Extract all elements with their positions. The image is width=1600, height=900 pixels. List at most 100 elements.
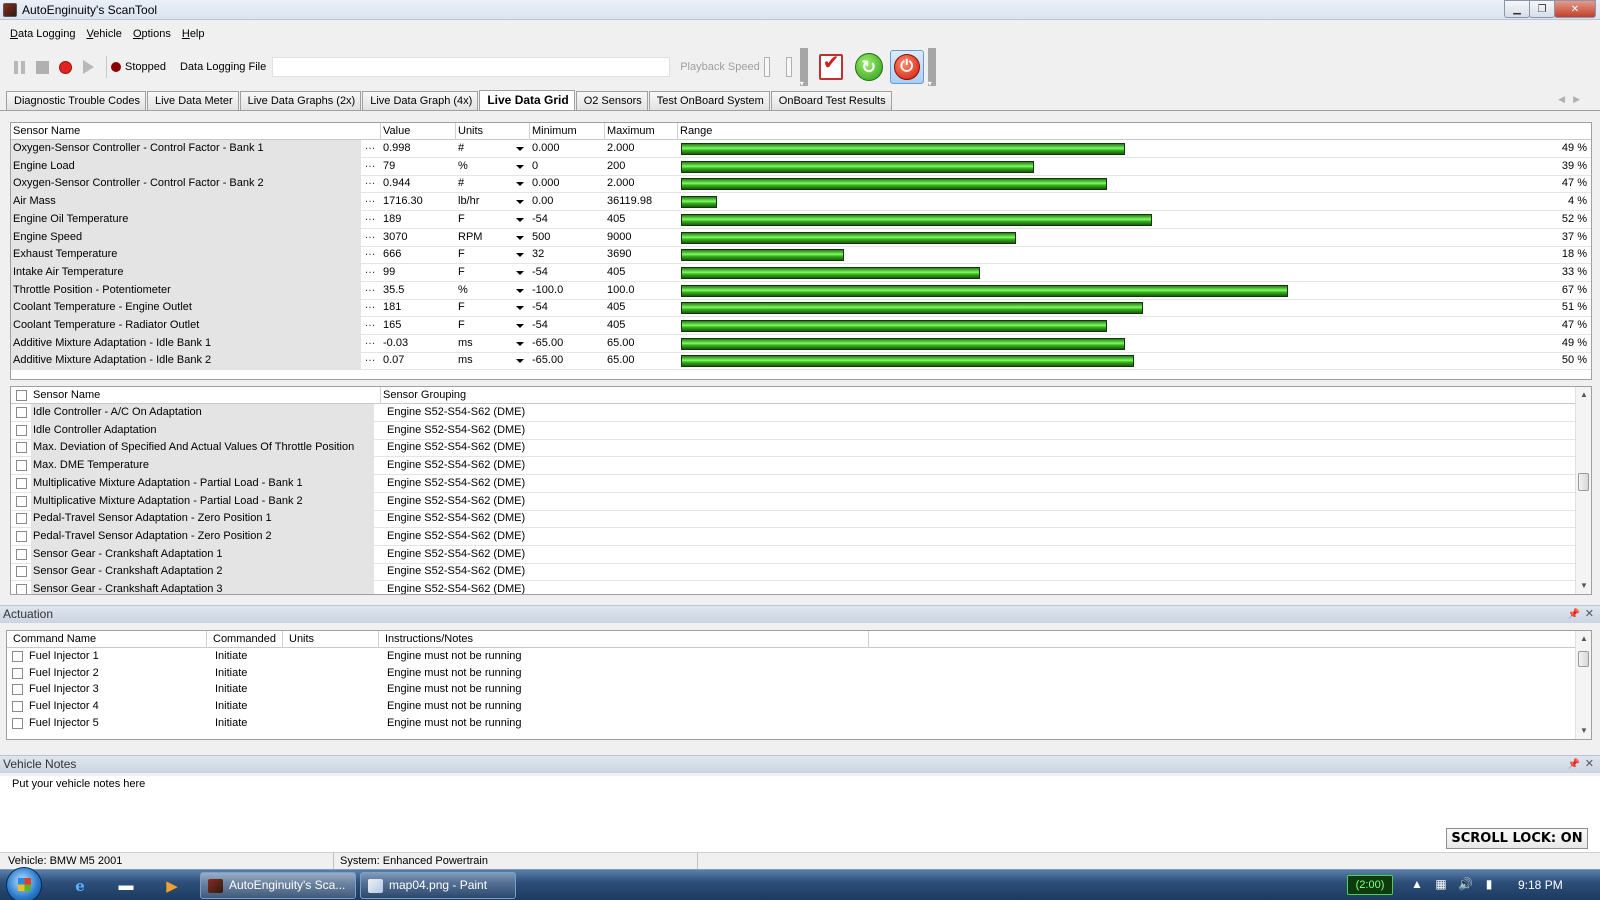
units-cell[interactable]: F bbox=[456, 317, 514, 334]
live-data-row[interactable]: Additive Mixture Adaptation - Idle Bank … bbox=[11, 334, 1591, 353]
actuation-row[interactable]: Fuel Injector 1 Initiate Engine must not b… bbox=[7, 648, 1575, 666]
actuation-row[interactable]: Fuel Injector 3 Initiate Engine must not b… bbox=[7, 681, 1575, 699]
pin-icon[interactable]: 📌 bbox=[1568, 756, 1580, 773]
live-data-row[interactable]: Exhaust Temperature… 666 F 32 3690 18 % bbox=[11, 246, 1591, 265]
sensor-checkbox[interactable] bbox=[16, 548, 27, 560]
sensor-list-row[interactable]: Idle Controller Adaptation Engine S52-S54… bbox=[11, 421, 1575, 440]
units-dropdown-icon[interactable] bbox=[512, 246, 528, 263]
close-panel-icon[interactable]: ✕ bbox=[1585, 606, 1594, 623]
commanded-cell[interactable]: Initiate bbox=[209, 665, 283, 682]
actuation-scrollbar[interactable]: ▲ ▼ bbox=[1575, 631, 1591, 739]
actuation-checkbox[interactable] bbox=[12, 684, 23, 696]
volume-icon[interactable]: 🔊 bbox=[1458, 877, 1473, 891]
units-dropdown-icon[interactable] bbox=[512, 229, 528, 246]
col-header-instructions[interactable]: Instructions/Notes bbox=[379, 631, 869, 648]
stop-button[interactable] bbox=[33, 58, 51, 76]
toolbar-overflow-grip[interactable] bbox=[799, 48, 808, 88]
units-dropdown-icon[interactable] bbox=[512, 299, 528, 316]
sensor-checkbox[interactable] bbox=[16, 477, 27, 489]
taskbar-clock[interactable]: 9:18 PM bbox=[1518, 870, 1563, 900]
sensor-list-row[interactable]: Multiplicative Mixture Adaptation - Part… bbox=[11, 492, 1575, 511]
sensor-checkbox[interactable] bbox=[16, 442, 27, 454]
col-header-value[interactable]: Value bbox=[381, 123, 456, 140]
tab-live-data-meter[interactable]: Live Data Meter bbox=[146, 91, 239, 110]
menu-help[interactable]: Help bbox=[182, 28, 205, 40]
menu-options[interactable]: Options bbox=[133, 28, 171, 40]
units-dropdown-icon[interactable] bbox=[512, 193, 528, 210]
sensor-list-row[interactable]: Sensor Gear - Crankshaft Adaptation 3 Eng… bbox=[11, 581, 1575, 594]
live-data-row[interactable]: Throttle Position - Potentiometer… 35.5% -… bbox=[11, 281, 1591, 300]
live-data-row[interactable]: Coolant Temperature - Engine Outlet… 181 F… bbox=[11, 299, 1591, 318]
tray-timer[interactable]: (2:00) bbox=[1347, 875, 1393, 895]
minimize-button[interactable]: ▁ bbox=[1504, 0, 1530, 18]
more-options-icon[interactable]: … bbox=[363, 318, 377, 333]
tab-scroll-arrows-icon[interactable]: ◀▶ bbox=[1558, 94, 1588, 105]
units-cell[interactable]: ms bbox=[456, 335, 514, 352]
more-options-icon[interactable]: … bbox=[363, 194, 377, 209]
actuation-checkbox[interactable] bbox=[12, 667, 23, 679]
tab-live-data-grid[interactable]: Live Data Grid bbox=[479, 90, 575, 110]
sensor-list-scrollbar[interactable]: ▲ ▼ bbox=[1575, 387, 1591, 594]
live-data-row[interactable]: Coolant Temperature - Radiator Outlet… 16… bbox=[11, 317, 1591, 335]
sensor-checkbox[interactable] bbox=[16, 584, 27, 594]
sensor-checkbox[interactable] bbox=[16, 566, 27, 578]
restore-button[interactable]: ❐ bbox=[1529, 0, 1555, 18]
sensor-list-row[interactable]: Max. DME Temperature Engine S52-S54-S62 (… bbox=[11, 457, 1575, 476]
col-header-sensor-name[interactable]: Sensor Name bbox=[11, 123, 381, 140]
units-dropdown-icon[interactable] bbox=[512, 317, 528, 334]
col-header-units[interactable]: Units bbox=[456, 123, 530, 140]
units-dropdown-icon[interactable] bbox=[512, 211, 528, 228]
col-header-range[interactable]: Range bbox=[678, 123, 1591, 140]
live-data-row[interactable]: Oxygen-Sensor Controller - Control Facto… bbox=[11, 140, 1591, 158]
folder-icon[interactable]: ▬ bbox=[106, 872, 146, 899]
internet-explorer-icon[interactable]: e bbox=[60, 872, 100, 899]
live-data-row[interactable]: Engine Load… 79% 0 200 39 % bbox=[11, 157, 1591, 176]
tab-test-onboard-system[interactable]: Test OnBoard System bbox=[648, 91, 770, 110]
live-data-row[interactable]: Air Mass… 1716.30 lb/hr 0.00 36119.98 4 % bbox=[11, 193, 1591, 212]
scroll-up-icon[interactable]: ▲ bbox=[1576, 631, 1591, 647]
scroll-down-icon[interactable]: ▼ bbox=[1576, 723, 1591, 739]
start-button[interactable] bbox=[6, 867, 42, 900]
actuation-row[interactable]: Fuel Injector 2 Initiate Engine must not b… bbox=[7, 665, 1575, 683]
more-options-icon[interactable]: … bbox=[363, 176, 377, 191]
more-options-icon[interactable]: … bbox=[363, 282, 377, 298]
sensor-list-row[interactable]: Sensor Gear - Crankshaft Adaptation 1 Eng… bbox=[11, 545, 1575, 564]
units-dropdown-icon[interactable] bbox=[512, 352, 528, 369]
menu-vehicle[interactable]: Vehicle bbox=[86, 28, 121, 40]
actuation-checkbox[interactable] bbox=[12, 701, 23, 713]
tab-live-data-graphs-2x[interactable]: Live Data Graphs (2x) bbox=[239, 91, 362, 110]
scroll-thumb[interactable] bbox=[1578, 651, 1589, 667]
live-data-row[interactable]: Oxygen-Sensor Controller - Control Facto… bbox=[11, 175, 1591, 194]
commanded-cell[interactable]: Initiate bbox=[209, 715, 283, 732]
units-cell[interactable]: # bbox=[456, 175, 514, 192]
tab-o2-sensors[interactable]: O2 Sensors bbox=[575, 91, 648, 110]
units-dropdown-icon[interactable] bbox=[512, 335, 528, 352]
live-data-row[interactable]: Intake Air Temperature… 99 F -54 405 33 % bbox=[11, 263, 1591, 282]
more-options-icon[interactable]: … bbox=[363, 264, 377, 280]
actuation-checkbox[interactable] bbox=[12, 717, 23, 729]
taskbar-autoenginuity[interactable]: AutoEnginuity's Sca... bbox=[200, 872, 356, 899]
sensor-checkbox[interactable] bbox=[16, 424, 27, 436]
scroll-down-icon[interactable]: ▼ bbox=[1576, 578, 1591, 594]
units-cell[interactable]: F bbox=[456, 246, 514, 263]
close-panel-icon[interactable]: ✕ bbox=[1585, 756, 1594, 773]
pin-icon[interactable]: 📌 bbox=[1568, 606, 1580, 623]
units-cell[interactable]: ms bbox=[456, 352, 514, 369]
units-dropdown-icon[interactable] bbox=[512, 140, 528, 157]
actuation-row[interactable]: Fuel Injector 4 Initiate Engine must not b… bbox=[7, 698, 1575, 716]
refresh-button[interactable]: ↻ bbox=[852, 50, 886, 84]
sensor-checkbox[interactable] bbox=[16, 407, 27, 418]
units-dropdown-icon[interactable] bbox=[512, 264, 528, 281]
record-button[interactable] bbox=[56, 58, 74, 76]
col-header-sensor-grouping[interactable]: Sensor Grouping bbox=[381, 387, 1575, 404]
commanded-cell[interactable]: Initiate bbox=[209, 698, 283, 715]
more-options-icon[interactable]: … bbox=[363, 141, 377, 156]
select-all-checkbox[interactable] bbox=[16, 390, 27, 401]
sensor-list-row[interactable]: Idle Controller - A/C On Adaptation Engin… bbox=[11, 404, 1575, 422]
checklist-button[interactable] bbox=[814, 50, 848, 84]
units-cell[interactable]: RPM bbox=[456, 229, 514, 246]
sensor-list-row[interactable]: Multiplicative Mixture Adaptation - Part… bbox=[11, 474, 1575, 493]
sensor-list-row[interactable]: Max. Deviation of Specified And Actual V… bbox=[11, 439, 1575, 458]
more-options-icon[interactable]: … bbox=[363, 211, 377, 227]
pause-button[interactable] bbox=[10, 58, 28, 76]
